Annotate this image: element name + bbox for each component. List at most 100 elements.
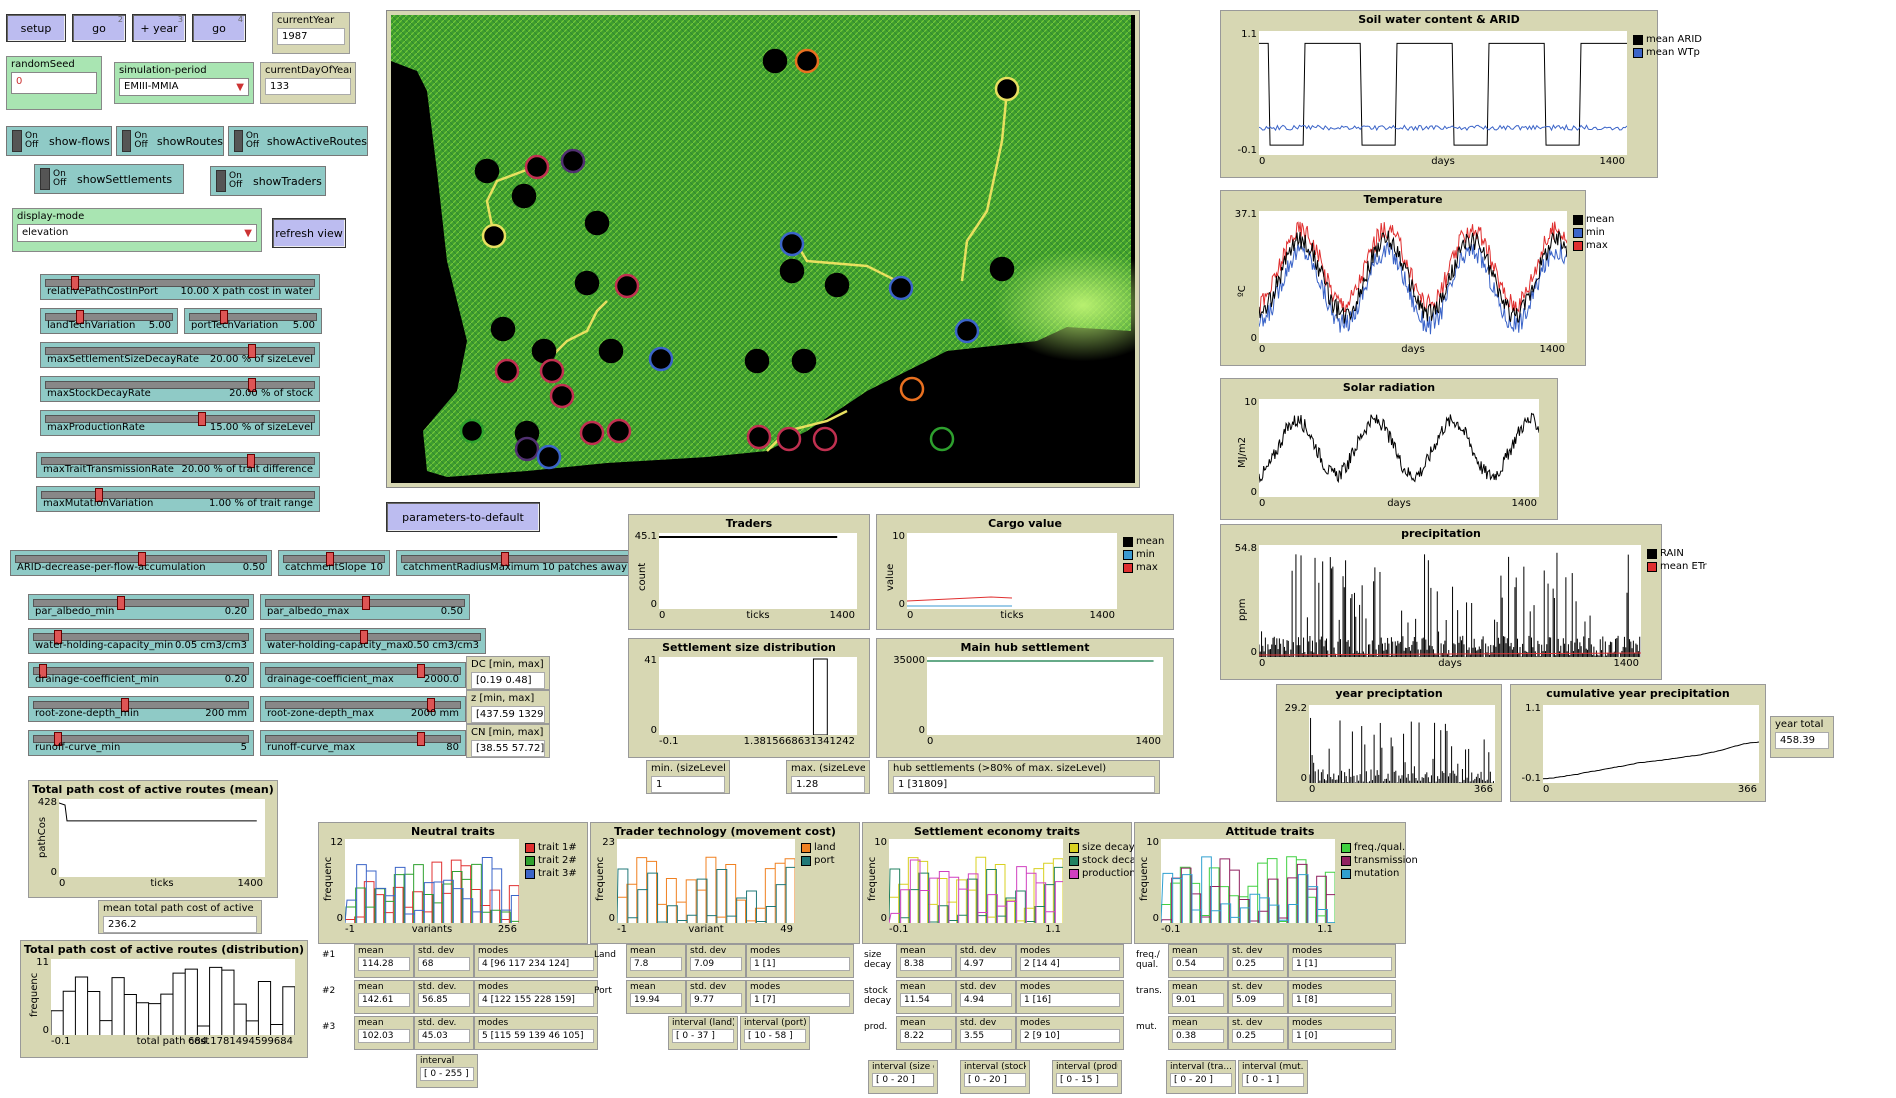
slider-root-zone-depth_max[interactable]: root-zone-depth_max 2000 mm	[260, 696, 466, 722]
y-min: 0	[336, 913, 343, 924]
legend-item: min	[1573, 226, 1614, 239]
legend-item: mean	[1573, 213, 1614, 226]
y-min: 0	[918, 725, 925, 736]
show-routes-switch[interactable]: On Off showRoutes	[116, 126, 224, 156]
settlement-marker	[794, 48, 820, 74]
x-label: days	[1438, 658, 1462, 669]
x-label: variants	[411, 924, 453, 935]
settlement-marker	[812, 426, 838, 452]
settlement-marker	[598, 338, 624, 364]
plot-cargo: Cargo value 10 0 0 1400 ticks value mean…	[876, 514, 1174, 630]
setup-button[interactable]: setup	[6, 14, 66, 42]
plot-area	[1160, 839, 1338, 924]
plot-yearPrecip: year preciptation 29.2 0 0 366	[1276, 684, 1502, 802]
x-label: ticks	[150, 878, 174, 889]
slider-relativePathCostInPort[interactable]: relativePathCostInPort 10.00 X path cost …	[40, 274, 320, 300]
y-max: 41	[644, 655, 657, 666]
y-min: 0	[880, 913, 887, 924]
slider-maxSettlementSizeDecayRate[interactable]: maxSettlementSizeDecayRate 20.00 % of siz…	[40, 342, 320, 368]
x-label: total path cost	[136, 1036, 210, 1047]
go-forever-button[interactable]: go 4	[192, 14, 246, 42]
x-max: 1400	[1135, 736, 1161, 747]
settlement-marker	[531, 338, 557, 364]
settlement-marker	[490, 316, 516, 342]
stat-mean: mean 7.8	[626, 944, 686, 978]
plot-soil: Soil water content & ARID 1.1 -0.1 0 140…	[1220, 10, 1702, 178]
legend: mean min max	[1573, 213, 1614, 252]
slider-drainage-coefficient_max[interactable]: drainage-coefficient_max 2000.0	[260, 662, 466, 688]
settlement-marker	[584, 210, 610, 236]
show-traders-switch[interactable]: On Off showTraders	[210, 166, 326, 196]
slider-landTechVariation[interactable]: landTechVariation 5.00	[40, 308, 178, 334]
plot-title: Cargo value	[988, 517, 1062, 530]
parameters-to-default-button[interactable]: parameters-to-default	[386, 502, 540, 532]
legend-item: max	[1573, 239, 1614, 252]
slider-root-zone-depth_min[interactable]: root-zone-depth_min 200 mm	[28, 696, 254, 722]
settlement-marker	[779, 258, 805, 284]
row-label: Land	[594, 950, 616, 960]
chevron-down-icon: ▼	[244, 228, 252, 239]
plot-lines	[1160, 856, 1338, 924]
stat-mean: mean 0.38	[1168, 1016, 1228, 1050]
go-once-button[interactable]: go 2	[72, 14, 126, 42]
slider-runoff-curve_min[interactable]: runoff-curve_min 5	[28, 730, 254, 756]
display-mode-chooser[interactable]: display-mode elevation ▼	[12, 208, 262, 252]
histogram-bar	[812, 658, 828, 736]
plot-title: Main hub settlement	[960, 641, 1090, 654]
x-min: 0	[1543, 784, 1550, 795]
row-label: prod.	[864, 1022, 888, 1032]
slider-water-holding-capacity_max[interactable]: water-holding-capacity_max 0.50 cm3/cm3	[260, 628, 486, 654]
y-label: ppm	[1237, 598, 1248, 621]
show-flows-switch[interactable]: On Off show-flows	[6, 126, 112, 156]
refresh-view-button[interactable]: refresh view	[272, 218, 346, 248]
stat-modes: modes 2 [14 4]	[1016, 944, 1124, 978]
simulation-period-chooser[interactable]: simulation-period EMIII-MMIA ▼	[114, 62, 254, 104]
world-view[interactable]	[386, 10, 1140, 488]
settlement-marker	[560, 148, 586, 174]
legend-item: mean	[1123, 535, 1164, 548]
settlement-marker	[494, 358, 520, 384]
world-map	[391, 15, 1135, 483]
x-max: 366	[1737, 784, 1757, 795]
plot-area	[659, 657, 857, 736]
legend-item: min	[1123, 548, 1164, 561]
chevron-down-icon: ▼	[236, 82, 244, 93]
plot-title: Trader technology (movement cost)	[614, 825, 836, 838]
neutral-interval: interval[ 0 - 255 ]	[416, 1054, 478, 1088]
legend-item: port	[801, 854, 836, 867]
stat-sd: std. dev 4.97	[956, 944, 1016, 978]
slider-maxTraitTransmissionRate[interactable]: maxTraitTransmissionRate 20.00 % of trait…	[36, 452, 320, 478]
slider-portTechVariation[interactable]: portTechVariation 5.00	[184, 308, 322, 334]
series-line	[344, 859, 520, 923]
random-seed-input[interactable]: randomSeed 0	[6, 56, 102, 110]
series-line	[1258, 230, 1568, 324]
settlement-marker	[481, 223, 507, 249]
settlement-marker	[514, 436, 540, 462]
plot-area	[1258, 399, 1540, 497]
legend: size decay stock decay production	[1069, 841, 1142, 880]
plot-econ: Settlement economy traits 10 0 -0.1 1.1 …	[862, 822, 1142, 944]
x-min: -0.1	[659, 736, 679, 747]
slider-drainage-coefficient_min[interactable]: drainage-coefficient_min 0.20	[28, 662, 254, 688]
slider-par_albedo_max[interactable]: par_albedo_max 0.50	[260, 594, 470, 620]
slider-water-holding-capacity_min[interactable]: water-holding-capacity_min 0.05 cm3/cm3	[28, 628, 254, 654]
slider-maxMutationVariation[interactable]: maxMutationVariation 1.00 % of trait rang…	[36, 486, 320, 512]
slider-catchmentSlope[interactable]: catchmentSlope 10	[278, 550, 390, 576]
slider-runoff-curve_max[interactable]: runoff-curve_max 80	[260, 730, 466, 756]
slider-catchmentRadiusMaximum[interactable]: catchmentRadiusMaximum 10 patches away	[396, 550, 634, 576]
show-active-routes-switch[interactable]: On Off showActiveRoutes	[228, 126, 368, 156]
monitor-maxSize: max. (sizeLevel) 1.28	[786, 760, 870, 794]
y-min: 0	[50, 867, 57, 878]
stat-sd: std. dev 7.09	[686, 944, 746, 978]
settlement-marker	[824, 272, 850, 298]
slider-par_albedo_min[interactable]: par_albedo_min 0.20	[28, 594, 254, 620]
show-settlements-switch[interactable]: On Off showSettlements	[34, 164, 184, 194]
monitor-hub: hub settlements (>80% of max. sizeLevel)…	[888, 760, 1160, 794]
plus-year-button[interactable]: + year 3	[132, 14, 186, 42]
slider-ARID-decrease-per-flow-accumulation[interactable]: ARID-decrease-per-flow-accumulation 0.50	[10, 550, 272, 576]
settlement-marker	[614, 273, 640, 299]
slider-maxStockDecayRate[interactable]: maxStockDecayRate 20.00 % of stock	[40, 376, 320, 402]
plot-attitude: Attitude traits 10 0 -0.1 1.1 frequenc f…	[1134, 822, 1418, 944]
y-min: 0	[1250, 647, 1257, 658]
slider-maxProductionRate[interactable]: maxProductionRate 15.00 % of sizeLevel	[40, 410, 320, 436]
